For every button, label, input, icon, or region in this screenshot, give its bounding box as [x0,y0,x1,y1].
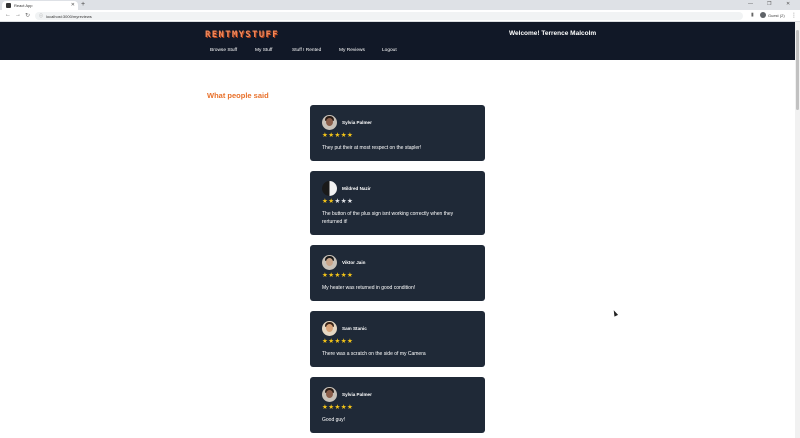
star-rating: ★★★★★ [322,197,353,205]
browser-menu-icon[interactable]: ⋮ [791,12,797,19]
star-rating: ★★★★★ [322,403,353,411]
review-text: They put their at most respect on the st… [322,145,422,151]
profile-label: Guest (2) [768,12,785,18]
reviewer-name: Mildred Nazir [342,186,371,191]
react-favicon-icon [6,3,11,8]
reviewer-avatar [322,181,337,196]
nav-stuff-i-rented[interactable]: Stuff I Rented [292,48,321,53]
reviewer-avatar [322,387,337,402]
reviewer-avatar [322,321,337,336]
review-card: Sam Stanic ★★★★★ There was a scratch on … [310,311,485,367]
url-text: localhost:3000/myreviews [46,13,92,19]
back-icon[interactable]: ← [5,12,11,18]
star-empty-icon: ★ [346,198,354,205]
browser-tab[interactable]: React App ✕ [2,1,78,10]
mouse-cursor-icon [611,309,619,317]
reviewer-avatar [322,255,337,270]
tab-title: React App [14,3,33,8]
new-tab-icon[interactable]: + [81,1,85,9]
browser-toolbar: ← → ↻ ⓘ localhost:3000/myreviews ▮ Guest… [0,10,800,22]
page-scrollbar[interactable] [795,22,800,438]
scroll-thumb[interactable] [796,30,799,110]
info-icon[interactable]: ⓘ [39,13,43,19]
review-card: Viktor Jain ★★★★★ My heater was returned… [310,245,485,301]
reviewer-name: Sylvia Palmer [342,120,372,125]
review-card: Sylvia Palmer ★★★★★ Good guy! [310,377,485,433]
tab-close-icon[interactable]: ✕ [71,2,75,8]
review-text: There was a scratch on the side of my Ca… [322,351,426,357]
reviewer-name: Sam Stanic [342,326,367,331]
site-logo[interactable]: RENTMYSTUFF [205,30,279,40]
reload-icon[interactable]: ↻ [25,12,30,19]
nav-logout[interactable]: Logout [382,48,397,53]
star-filled-icon: ★ [346,272,354,279]
review-card: Sylvia Palmer ★★★★★ They put their at mo… [310,105,485,161]
star-filled-icon: ★ [346,132,354,139]
star-rating: ★★★★★ [322,271,353,279]
nav-my-reviews[interactable]: My Reviews [339,48,365,53]
minimize-icon[interactable]: — [748,1,753,7]
reviewer-name: Sylvia Palmer [342,392,372,397]
reviewer-name: Viktor Jain [342,260,366,265]
review-text: The button of the plus sign isnt working… [322,211,454,225]
maximize-icon[interactable]: ❐ [767,1,771,7]
star-filled-icon: ★ [346,404,354,411]
welcome-message: Welcome! Terrence Malcolm [509,30,597,37]
star-rating: ★★★★★ [322,337,353,345]
nav-browse-stuff[interactable]: Browse Stuff [210,48,237,53]
profile-button[interactable]: Guest (2) [760,12,785,18]
review-text: My heater was returned in good condition… [322,285,416,291]
page-title: What people said [207,91,269,100]
address-bar[interactable]: ⓘ localhost:3000/myreviews [35,12,743,20]
star-filled-icon: ★ [346,338,354,345]
review-text: Good guy! [322,417,346,423]
star-rating: ★★★★★ [322,131,353,139]
reviewer-avatar [322,115,337,130]
nav-my-stuff[interactable]: My Stuff [255,48,273,53]
browser-tab-bar: React App ✕ + — ❐ ✕ [0,0,800,10]
profile-avatar-icon [760,12,766,18]
app-header: RENTMYSTUFF Welcome! Terrence Malcolm Br… [0,22,795,60]
sidebar-icon[interactable]: ▮ [751,12,754,18]
close-window-icon[interactable]: ✕ [786,1,790,7]
review-card: Mildred Nazir ★★★★★ The button of the pl… [310,171,485,235]
forward-icon[interactable]: → [15,12,21,18]
